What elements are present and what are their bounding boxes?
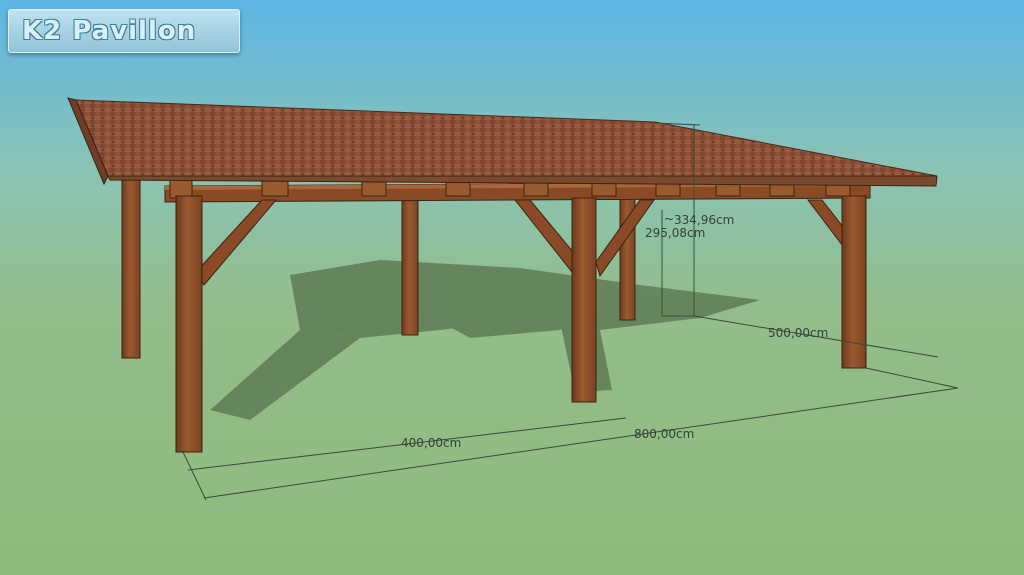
eave-height-label: 295,08cm	[645, 226, 705, 240]
roof	[67, 97, 938, 187]
pavilion-drawing: ~ 334,96cm 295,08cm 500,00cm 400,00cm 80…	[67, 97, 959, 501]
post-spacing-label: 400,00cm	[401, 436, 461, 450]
ridge-prefix-label: ~	[664, 212, 674, 226]
total-length-label: 800,00cm	[634, 427, 694, 441]
pavilion-viewport: ~ 334,96cm 295,08cm 500,00cm 400,00cm 80…	[0, 0, 1024, 575]
depth-label: 500,00cm	[768, 326, 828, 340]
ridge-height-label: 334,96cm	[674, 213, 734, 227]
brand-title: K2 Pavillon	[22, 16, 197, 46]
ground-shadow	[210, 260, 760, 420]
brand-logo: K2 Pavillon	[8, 9, 240, 53]
